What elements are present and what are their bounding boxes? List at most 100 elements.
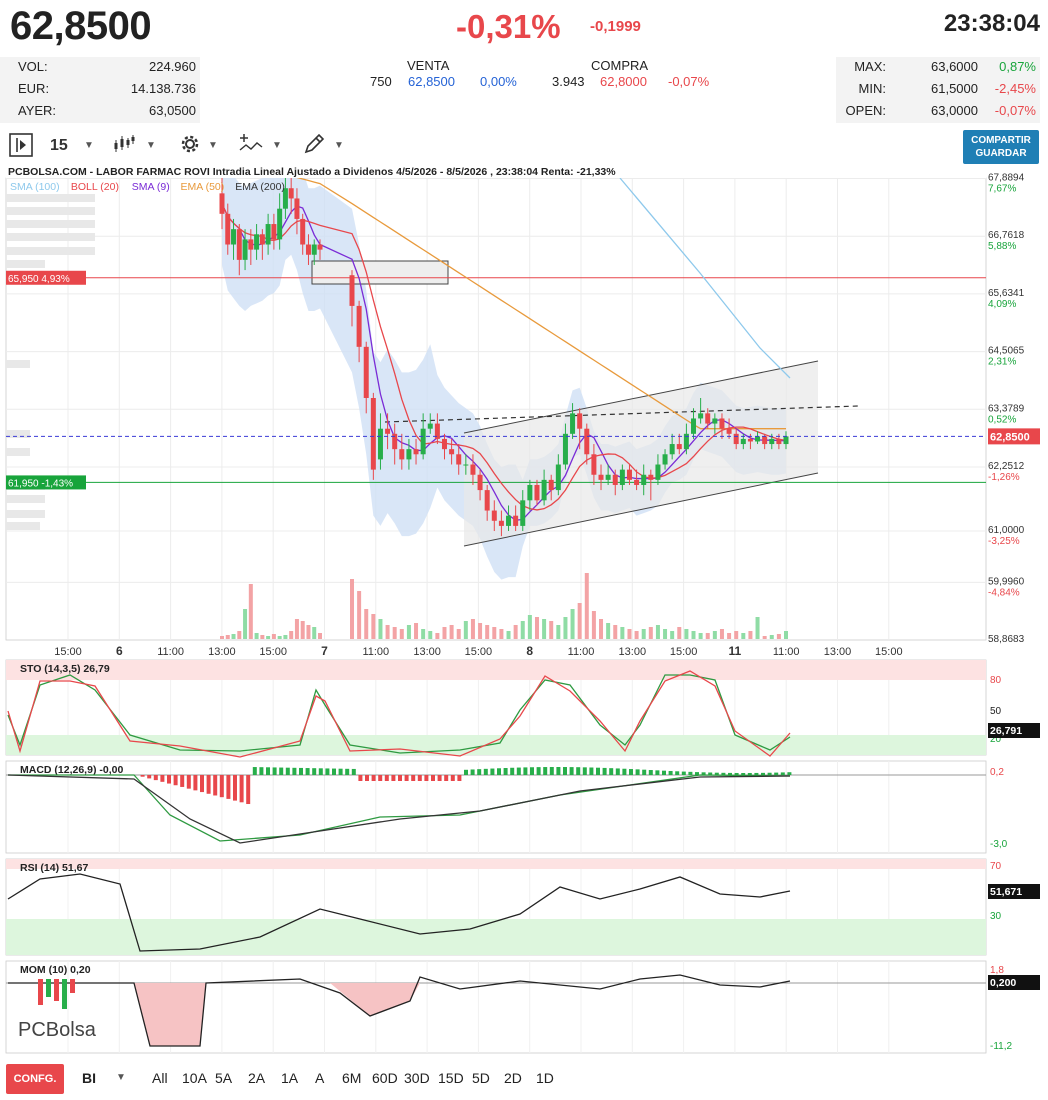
time-axis-label: 15:00: [54, 646, 82, 658]
volume-bar: [648, 627, 653, 639]
candle-body: [527, 484, 533, 501]
candle-body: [755, 436, 761, 442]
macd-histogram-bar: [305, 768, 310, 775]
pencil-icon: [304, 133, 325, 154]
macd-histogram-bar: [417, 775, 422, 781]
venta-qty: 750: [370, 74, 392, 89]
mom-level-top: 1,8: [990, 965, 1004, 976]
interval-select[interactable]: 15: [50, 132, 68, 160]
volume-bar: [220, 636, 224, 639]
candles-icon: [114, 135, 135, 152]
volume-bar: [684, 629, 689, 639]
macd-histogram-bar: [279, 767, 284, 775]
play-replay-button[interactable]: [8, 132, 34, 160]
chart-toolbar: 15 ▼ ▼ ▼ ▼ ▼: [0, 128, 1048, 164]
mom-current-value: 0,200: [990, 977, 1016, 989]
candle-body: [265, 224, 271, 245]
macd-histogram-bar: [497, 768, 501, 775]
price-tick-label: 67,8894: [988, 173, 1025, 184]
range-button-60d[interactable]: 60D: [372, 1064, 398, 1092]
time-axis-label: 15:00: [670, 646, 698, 658]
volume-bar: [357, 591, 362, 639]
range-button-2d[interactable]: 2D: [504, 1064, 522, 1092]
range-button-5d[interactable]: 5D: [472, 1064, 490, 1092]
macd-histogram-bar: [510, 767, 515, 775]
orderbook-bar: [6, 360, 30, 368]
time-axis-label: 7: [321, 644, 328, 658]
chevron-down-icon[interactable]: ▼: [334, 132, 344, 160]
chevron-down-icon[interactable]: ▼: [208, 132, 218, 160]
range-button-10a[interactable]: 10A: [182, 1064, 207, 1092]
indicators-button[interactable]: [238, 132, 264, 160]
price-level-label: 61,950 -1,43%: [8, 478, 73, 489]
volume-bar: [485, 625, 490, 639]
volume-bar: [399, 629, 404, 639]
config-button[interactable]: CONFG.: [6, 1064, 64, 1094]
range-button-a[interactable]: A: [315, 1064, 324, 1092]
candle-body: [484, 490, 490, 511]
price-chart[interactable]: 65,950 4,93%61,950 -1,43%62,850067,88947…: [0, 165, 1048, 1058]
volume-bar: [392, 627, 397, 639]
logo-bar: [38, 979, 43, 1005]
volume-bar: [294, 619, 299, 639]
settings-button[interactable]: [178, 132, 202, 160]
percent-change: -0,31%: [456, 8, 561, 45]
chart-type-button[interactable]: [112, 132, 136, 160]
venta-label: VENTA: [407, 58, 450, 73]
candle-body: [691, 418, 697, 434]
range-button-all[interactable]: All: [152, 1064, 168, 1092]
volume-bar: [254, 633, 259, 639]
price-tick-pct: 5,88%: [988, 241, 1016, 252]
volume-bar: [456, 629, 461, 639]
range-button-1a[interactable]: 1A: [281, 1064, 298, 1092]
orderbook-bar: [6, 448, 30, 456]
price-tick-pct: 0,52%: [988, 414, 1016, 425]
candle-body: [591, 454, 597, 475]
range-button-15d[interactable]: 15D: [438, 1064, 464, 1092]
candle-body: [619, 469, 625, 485]
macd-histogram-bar: [767, 772, 772, 775]
macd-histogram-bar: [424, 775, 429, 781]
draw-tools-button[interactable]: [302, 132, 326, 160]
share-save-button[interactable]: COMPARTIR GUARDAR: [963, 130, 1039, 164]
volume-bar: [463, 621, 468, 639]
macd-histogram-bar: [530, 767, 534, 775]
range-button-5a[interactable]: 5A: [215, 1064, 232, 1092]
chevron-down-icon[interactable]: ▼: [84, 132, 94, 160]
volume-bar: [271, 634, 276, 639]
sto-label: STO (14,3,5) 26,79: [20, 663, 110, 675]
volume-bar: [350, 579, 354, 639]
candle-body: [248, 239, 254, 250]
macd-histogram-bar: [662, 770, 666, 775]
candle-body: [420, 428, 426, 455]
range-button-2a[interactable]: 2A: [248, 1064, 265, 1092]
logo-text: PCBolsa: [18, 1019, 97, 1041]
chevron-down-icon[interactable]: ▼: [116, 1064, 126, 1092]
macd-histogram-bar: [477, 769, 482, 775]
chevron-down-icon[interactable]: ▼: [272, 132, 282, 160]
stats-right-panel: MAX: 63,6000 0,87% MIN: 61,5000 -2,45% O…: [836, 57, 1040, 123]
rsi-level-30: 30: [990, 911, 1002, 922]
macd-histogram-bar: [252, 767, 257, 775]
chevron-down-icon[interactable]: ▼: [146, 132, 156, 160]
range-button-30d[interactable]: 30D: [404, 1064, 430, 1092]
candle-body: [577, 413, 583, 429]
range-button-1d[interactable]: 1D: [536, 1064, 554, 1092]
stat-value: 14.138.736: [130, 81, 196, 96]
range-button-6m[interactable]: 6M: [342, 1064, 361, 1092]
mode-select[interactable]: BI: [82, 1064, 96, 1092]
macd-histogram-bar: [153, 775, 158, 781]
orderbook-bar: [6, 220, 95, 228]
volume-bar: [470, 619, 475, 639]
candle-body: [370, 398, 376, 470]
candle-body: [555, 464, 561, 491]
volume-bar: [748, 631, 753, 639]
candle-body: [776, 438, 782, 445]
rsi-current-value: 51,671: [990, 886, 1022, 898]
macd-histogram-bar: [688, 771, 693, 775]
macd-histogram-bar: [576, 767, 581, 775]
legend-entry: EMA (50): [181, 181, 225, 193]
candle-body: [259, 234, 265, 245]
macd-histogram-bar: [233, 775, 237, 801]
volume-bar: [378, 619, 383, 639]
